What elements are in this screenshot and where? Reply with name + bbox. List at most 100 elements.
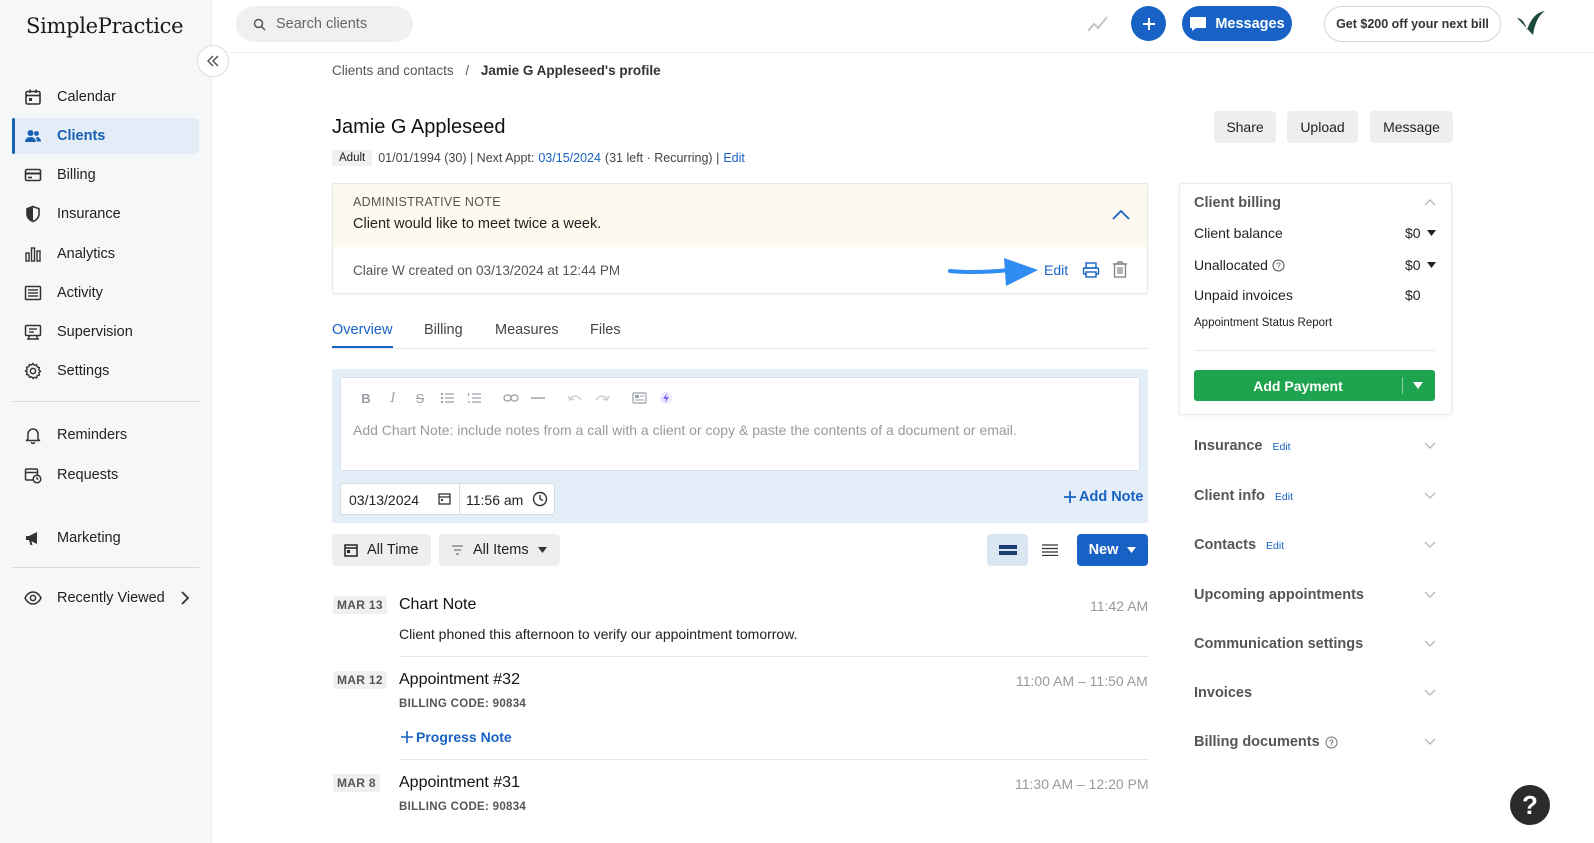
help-circle-icon[interactable]: ? bbox=[1272, 259, 1285, 272]
print-icon[interactable] bbox=[1082, 261, 1100, 279]
tab-measures[interactable]: Measures bbox=[495, 322, 559, 338]
sidebar-item-label: Settings bbox=[57, 363, 110, 379]
edit-contacts-link[interactable]: Edit bbox=[1266, 540, 1284, 552]
tab-billing[interactable]: Billing bbox=[424, 322, 463, 338]
horizontal-rule-icon[interactable] bbox=[527, 389, 549, 407]
chevron-up-icon[interactable] bbox=[1112, 209, 1130, 220]
tab-files[interactable]: Files bbox=[590, 322, 621, 338]
trash-icon[interactable] bbox=[1112, 260, 1128, 278]
section-insurance[interactable]: Insurance Edit bbox=[1194, 438, 1291, 454]
edit-client-link[interactable]: Edit bbox=[723, 151, 745, 165]
time-filter-button[interactable]: All Time bbox=[332, 534, 431, 566]
tab-overview[interactable]: Overview bbox=[332, 322, 392, 338]
strikethrough-icon[interactable]: S bbox=[409, 389, 431, 407]
section-upcoming-appointments[interactable]: Upcoming appointments bbox=[1194, 587, 1364, 603]
promo-button[interactable]: Get $200 off your next bill bbox=[1324, 6, 1501, 42]
chevron-down-icon[interactable] bbox=[1424, 591, 1436, 599]
items-filter-button[interactable]: All Items bbox=[439, 534, 560, 566]
list-view-button[interactable] bbox=[1029, 534, 1070, 566]
sidebar-item-label: Clients bbox=[57, 128, 106, 144]
collapse-sidebar-button[interactable] bbox=[197, 45, 229, 77]
help-circle-icon[interactable]: ? bbox=[1325, 736, 1338, 749]
chevron-down-icon[interactable] bbox=[1424, 541, 1436, 549]
message-button[interactable]: Message bbox=[1370, 111, 1453, 143]
breadcrumb-parent[interactable]: Clients and contacts bbox=[332, 63, 454, 78]
bullet-list-icon[interactable] bbox=[436, 389, 458, 407]
logo[interactable]: SimplePractice bbox=[26, 14, 184, 38]
add-payment-button[interactable]: Add Payment bbox=[1194, 370, 1435, 401]
section-communication-settings[interactable]: Communication settings bbox=[1194, 636, 1363, 652]
sidebar-item-requests[interactable]: Requests bbox=[12, 457, 199, 493]
sidebar-item-recently-viewed[interactable]: Recently Viewed bbox=[12, 580, 199, 616]
caret-down-icon[interactable] bbox=[1413, 382, 1423, 389]
section-invoices[interactable]: Invoices bbox=[1194, 685, 1252, 701]
sidebar-item-label: Marketing bbox=[57, 530, 121, 546]
entry-title[interactable]: Chart Note bbox=[399, 596, 476, 614]
messages-button[interactable]: Messages bbox=[1182, 6, 1292, 41]
clock-icon[interactable] bbox=[532, 491, 548, 507]
add-note-button[interactable]: Add Note bbox=[1063, 489, 1143, 505]
section-label: Insurance bbox=[1194, 438, 1263, 454]
sidebar-item-reminders[interactable]: Reminders bbox=[12, 417, 199, 453]
section-billing-documents[interactable]: Billing documents ? bbox=[1194, 734, 1338, 750]
section-client-info[interactable]: Client info Edit bbox=[1194, 488, 1293, 504]
time-input[interactable]: 11:56 am bbox=[466, 492, 523, 508]
chat-bubble-icon bbox=[1189, 16, 1207, 32]
sidebar-item-analytics[interactable]: Analytics bbox=[12, 236, 199, 272]
undo-icon[interactable] bbox=[564, 389, 586, 407]
trend-icon[interactable] bbox=[1087, 15, 1109, 33]
search-input[interactable]: Search clients bbox=[236, 6, 413, 42]
breadcrumb-current: Jamie G Appleseed's profile bbox=[480, 63, 661, 78]
bold-icon[interactable]: B bbox=[355, 389, 377, 407]
calendar-small-icon[interactable] bbox=[438, 492, 451, 505]
sidebar-item-label: Analytics bbox=[57, 246, 116, 262]
appointment-status-report-link[interactable]: Appointment Status Report bbox=[1194, 317, 1332, 329]
section-contacts[interactable]: Contacts Edit bbox=[1194, 537, 1284, 553]
edit-note-link[interactable]: Edit bbox=[1044, 262, 1068, 278]
unallocated-value[interactable]: $0 bbox=[1405, 257, 1436, 273]
date-input[interactable]: 03/13/2024 bbox=[349, 492, 419, 508]
chevron-up-icon[interactable] bbox=[1424, 198, 1436, 206]
card-view-button[interactable] bbox=[987, 534, 1028, 566]
edit-client-info-link[interactable]: Edit bbox=[1275, 491, 1293, 503]
progress-note-button[interactable]: Progress Note bbox=[400, 729, 512, 745]
upload-button[interactable]: Upload bbox=[1287, 111, 1358, 143]
smart-icon[interactable] bbox=[655, 389, 677, 407]
redo-icon[interactable] bbox=[591, 389, 613, 407]
add-note-label: Add Note bbox=[1079, 489, 1144, 505]
sidebar-item-marketing[interactable]: Marketing bbox=[12, 520, 199, 556]
new-button[interactable]: New bbox=[1077, 534, 1148, 566]
breadcrumb: Clients and contacts / Jamie G Appleseed… bbox=[332, 63, 661, 78]
entry-time: 11:00 AM – 11:50 AM bbox=[1016, 673, 1148, 689]
brand-leaf-icon[interactable] bbox=[1515, 10, 1547, 38]
sidebar-item-activity[interactable]: Activity bbox=[12, 275, 199, 311]
chart-note-placeholder: Add Chart Note: include notes from a cal… bbox=[353, 422, 1017, 438]
client-balance-value[interactable]: $0 bbox=[1405, 225, 1436, 241]
sidebar-item-supervision[interactable]: Supervision bbox=[12, 314, 199, 350]
chevron-down-icon[interactable] bbox=[1424, 640, 1436, 648]
entry-title[interactable]: Appointment #31 bbox=[399, 774, 520, 792]
sidebar-item-clients[interactable]: Clients bbox=[12, 118, 199, 154]
next-appt-link[interactable]: 03/15/2024 bbox=[538, 151, 601, 165]
entry-title[interactable]: Appointment #32 bbox=[399, 671, 520, 689]
plus-icon bbox=[1141, 16, 1157, 32]
edit-insurance-link[interactable]: Edit bbox=[1273, 441, 1291, 453]
sidebar-item-calendar[interactable]: Calendar bbox=[12, 79, 199, 115]
entry-body: Client phoned this afternoon to verify o… bbox=[399, 626, 798, 642]
chart-note-textarea[interactable]: B I S Add Chart Note: include notes from… bbox=[340, 377, 1140, 471]
chevron-down-icon[interactable] bbox=[1424, 442, 1436, 450]
chevron-down-icon[interactable] bbox=[1424, 738, 1436, 746]
share-button[interactable]: Share bbox=[1214, 111, 1276, 143]
sidebar-item-settings[interactable]: Settings bbox=[12, 353, 199, 389]
add-button[interactable] bbox=[1131, 6, 1166, 41]
help-button[interactable]: ? bbox=[1510, 785, 1550, 825]
chevron-down-icon[interactable] bbox=[1424, 689, 1436, 697]
link-icon[interactable] bbox=[500, 389, 522, 407]
numbered-list-icon[interactable] bbox=[463, 389, 485, 407]
sidebar-item-insurance[interactable]: Insurance bbox=[12, 196, 199, 232]
chevron-down-icon[interactable] bbox=[1424, 492, 1436, 500]
italic-icon[interactable]: I bbox=[382, 389, 404, 407]
template-icon[interactable] bbox=[628, 389, 650, 407]
sidebar-item-billing[interactable]: Billing bbox=[12, 157, 199, 193]
sidebar-item-label: Calendar bbox=[57, 89, 116, 105]
